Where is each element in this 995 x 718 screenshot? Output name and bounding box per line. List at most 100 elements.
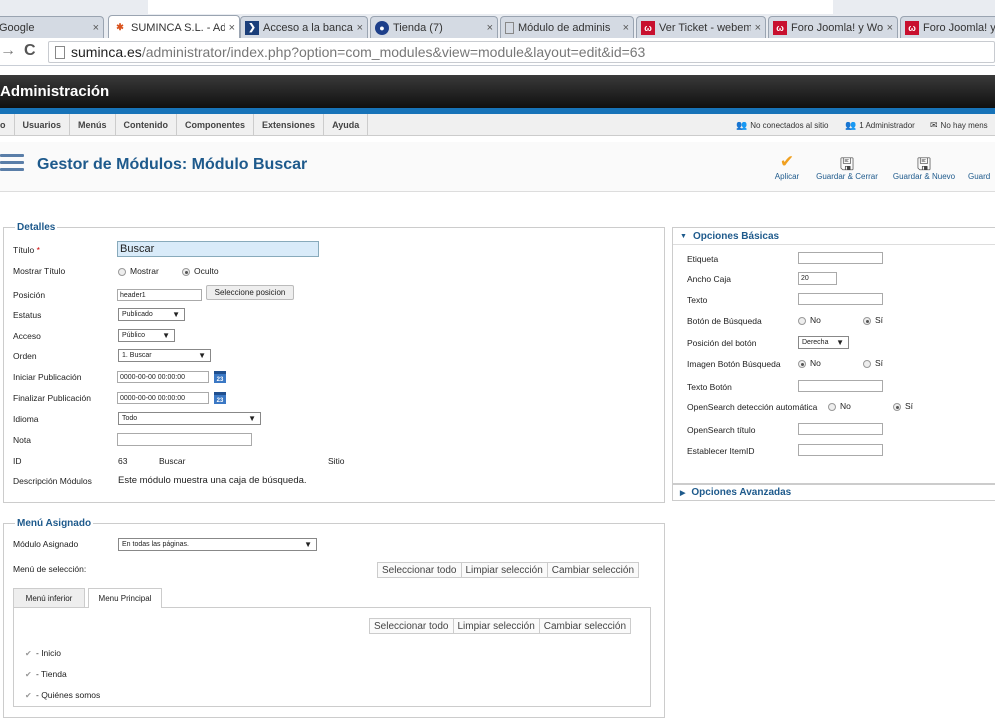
opensearch-yes-radio[interactable]: Sí: [893, 401, 913, 411]
finish-publishing-input[interactable]: 0000-00-00 00:00:00: [117, 392, 209, 404]
toggle-selection-button[interactable]: Cambiar selección: [539, 619, 631, 633]
module-manager-icon: [0, 154, 24, 180]
save-new-button[interactable]: 🖫 Guardar & Nuevo: [890, 152, 958, 181]
module-assigned-value: En todas las páginas.: [122, 541, 189, 548]
no-option: No: [840, 401, 851, 411]
tab-bank[interactable]: ❯ Acceso a la banca o ×: [240, 16, 368, 38]
save-copy-button[interactable]: Guard: [968, 152, 995, 181]
tab-google[interactable]: Google ×: [0, 16, 104, 38]
user-icon: 👥: [845, 120, 857, 130]
tab-ticket[interactable]: ω Ver Ticket - webem ×: [636, 16, 766, 38]
language-select[interactable]: Todo ▼: [118, 412, 261, 425]
status-select[interactable]: Publicado ▼: [118, 308, 185, 321]
close-icon[interactable]: ×: [487, 22, 493, 34]
tab-menu-inferior[interactable]: Menú inferior: [13, 588, 85, 607]
advanced-options-heading[interactable]: ▶ Opciones Avanzadas: [680, 487, 791, 498]
opensearch-title-input[interactable]: [798, 423, 883, 435]
tab-suminca[interactable]: ✱ SUMINCA S.L. - Adr ×: [108, 15, 240, 39]
apply-button[interactable]: ✔ Aplicar: [770, 152, 804, 181]
opensearch-title-label: OpenSearch título: [687, 425, 756, 435]
label-input[interactable]: [798, 252, 883, 264]
show-title-hide-radio[interactable]: Oculto: [182, 266, 219, 276]
menu-item-checkbox[interactable]: ✔ - Quiénes somos: [25, 690, 100, 700]
tab-title: Módulo de adminis: [518, 21, 611, 34]
tab-title: Tienda (7): [393, 21, 443, 34]
no-option: No: [810, 315, 821, 325]
checkbox-checked-icon: ✔: [25, 648, 32, 658]
clear-selection-button[interactable]: Limpiar selección: [461, 563, 548, 577]
search-button-no-radio[interactable]: No: [798, 315, 821, 325]
id-client: Sitio: [328, 456, 345, 466]
close-icon[interactable]: ×: [755, 22, 761, 34]
status-messages[interactable]: ✉ No hay mens: [930, 120, 988, 131]
save-close-button[interactable]: 🖫 Guardar & Cerrar: [812, 152, 882, 181]
module-assigned-select[interactable]: En todas las páginas. ▼: [118, 538, 317, 551]
note-label: Nota: [13, 435, 31, 445]
collapsed-arrow-icon: ▶: [680, 489, 686, 497]
button-position-select[interactable]: Derecha ▼: [798, 336, 849, 349]
id-module-name: Buscar: [159, 456, 186, 466]
status-admins-text: 1 Administrador: [859, 121, 915, 130]
tab-shop[interactable]: ● Tienda (7) ×: [370, 16, 498, 38]
save-close-label: Guardar & Cerrar: [816, 172, 878, 181]
select-all-button[interactable]: Seleccionar todo: [378, 563, 462, 577]
menu-item-content[interactable]: Contenido: [116, 113, 178, 136]
access-select[interactable]: Público ▼: [118, 329, 175, 342]
tab-module-admin[interactable]: Módulo de adminis ×: [500, 16, 634, 38]
apply-label: Aplicar: [774, 172, 800, 181]
calendar-icon[interactable]: 23: [214, 371, 226, 383]
divider: [673, 244, 995, 245]
menu-selection-label: Menú de selección:: [13, 564, 87, 574]
order-select[interactable]: 1. Buscar ▼: [118, 349, 211, 362]
reload-icon[interactable]: C: [24, 42, 36, 60]
tab-menu-principal[interactable]: Menu Principal: [88, 588, 162, 608]
menu-item-extensions[interactable]: Extensiones: [254, 113, 325, 136]
select-position-button[interactable]: Seleccione posicion: [206, 285, 294, 300]
menu-item-users[interactable]: Usuarios: [15, 113, 71, 136]
status-label: Estatus: [13, 310, 42, 320]
note-input[interactable]: [117, 433, 252, 446]
tab-forum-2[interactable]: ω Foro Joomla! y Wo: [900, 16, 995, 38]
button-text-input[interactable]: [798, 380, 883, 392]
menu-item-label: - Inicio: [36, 648, 62, 658]
menu-item-label: - Quiénes somos: [36, 690, 101, 700]
opensearch-no-radio[interactable]: No: [828, 401, 851, 411]
title-input[interactable]: Buscar: [117, 241, 319, 257]
radio-selected-icon: [893, 402, 901, 411]
close-icon[interactable]: ×: [887, 22, 893, 34]
calendar-icon[interactable]: 23: [214, 392, 226, 404]
menu-item-menus[interactable]: Menús: [70, 113, 116, 136]
box-width-input[interactable]: 20: [798, 272, 837, 285]
select-all-button[interactable]: Seleccionar todo: [370, 619, 454, 633]
text-label: Texto: [687, 295, 708, 305]
yes-option: Sí: [875, 315, 884, 325]
hide-option-label: Oculto: [194, 266, 219, 276]
close-icon[interactable]: ×: [357, 22, 363, 34]
start-publishing-input[interactable]: 0000-00-00 00:00:00: [117, 371, 209, 383]
title-label: Título *: [13, 245, 40, 255]
search-button-yes-radio[interactable]: Sí: [863, 315, 883, 325]
forward-icon[interactable]: →: [0, 42, 16, 60]
position-input[interactable]: header1: [117, 289, 202, 301]
tab-forum-1[interactable]: ω Foro Joomla! y Wor ×: [768, 16, 898, 38]
close-icon[interactable]: ×: [93, 22, 99, 34]
close-icon[interactable]: ×: [623, 22, 629, 34]
toggle-selection-button[interactable]: Cambiar selección: [547, 563, 639, 577]
menu-item-help[interactable]: Ayuda: [324, 113, 369, 136]
image-button-no-radio[interactable]: No: [798, 358, 821, 368]
menu-item-components[interactable]: Componentes: [177, 113, 255, 136]
url-field[interactable]: suminca.es/administrator/index.php?optio…: [48, 41, 995, 63]
order-value: 1. Buscar: [122, 352, 152, 359]
text-input[interactable]: [798, 293, 883, 305]
close-icon[interactable]: ×: [229, 22, 235, 34]
clear-selection-button[interactable]: Limpiar selección: [453, 619, 540, 633]
menu-item-checkbox[interactable]: ✔ - Inicio: [25, 648, 61, 658]
radio-icon: [828, 402, 836, 411]
menu-item-checkbox[interactable]: ✔ - Tienda: [25, 669, 67, 679]
set-itemid-input[interactable]: [798, 444, 883, 456]
image-button-yes-radio[interactable]: Sí: [863, 358, 883, 368]
basic-options-heading[interactable]: ▼ Opciones Básicas: [680, 231, 779, 242]
menu-item-site[interactable]: o: [0, 113, 15, 136]
show-title-show-radio[interactable]: Mostrar: [118, 266, 159, 276]
dropdown-arrow-icon: ▼: [248, 414, 256, 423]
